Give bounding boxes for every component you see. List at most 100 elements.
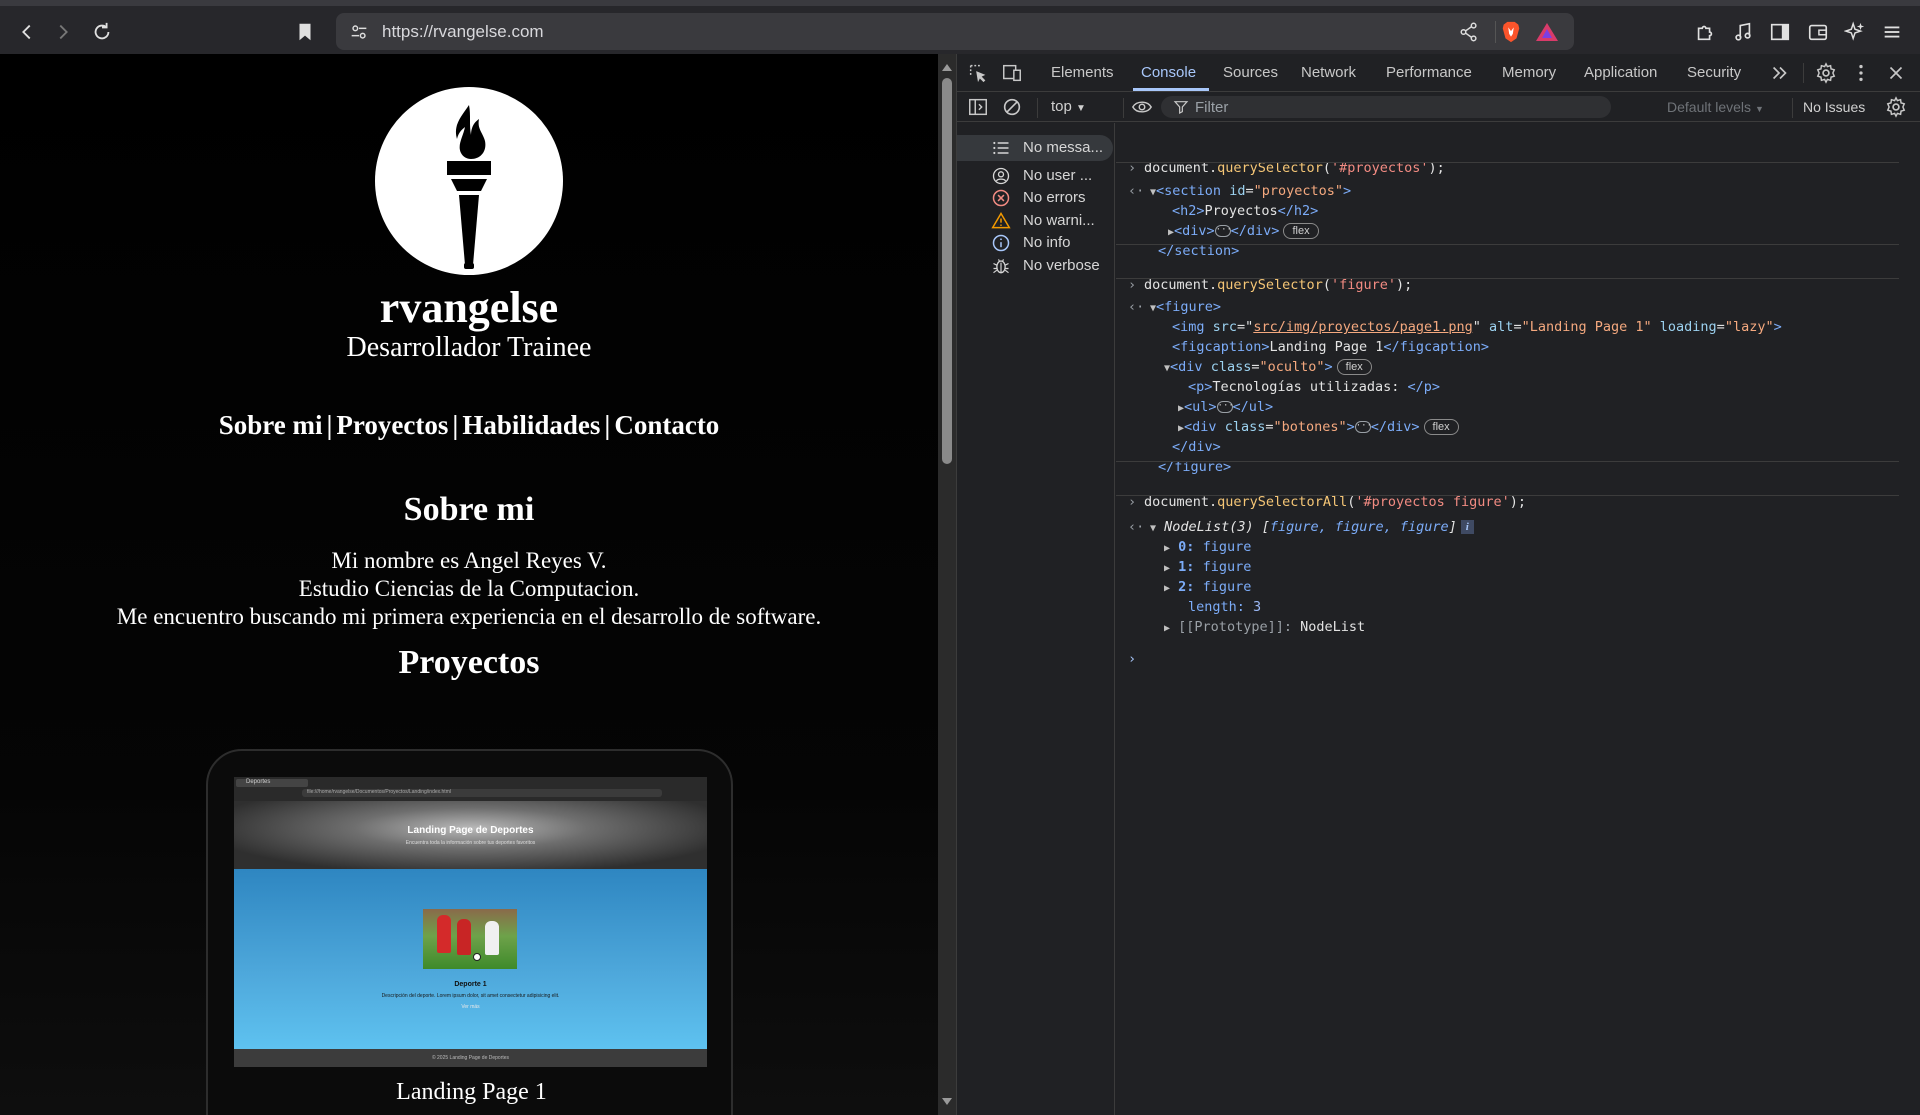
scroll-thumb[interactable] — [942, 78, 952, 464]
tag: </ul> — [1232, 399, 1274, 415]
result-div-close[interactable]: </div> — [1116, 417, 1221, 455]
context-selector[interactable]: top ▼ — [1051, 98, 1086, 115]
tab-performance[interactable]: Performance — [1386, 64, 1472, 81]
project-card[interactable]: Deportes file:///home/rvangelse/Document… — [206, 749, 733, 1115]
entry-value: figure — [1202, 559, 1252, 575]
chevron-down-icon: ▼ — [1076, 103, 1086, 114]
scroll-up-icon[interactable] — [942, 64, 952, 71]
tab-application[interactable]: Application — [1584, 64, 1657, 81]
site-info-icon[interactable] — [348, 21, 370, 43]
sidebar-item-messages[interactable]: No messa... — [957, 135, 1113, 161]
nodelist-entry[interactable]: ▶ 1: figure — [1116, 537, 1251, 575]
tab-console[interactable]: Console — [1141, 64, 1196, 81]
url-text[interactable]: https://rvangelse.com — [382, 22, 544, 42]
attr-name: id — [1229, 183, 1246, 199]
sidebar-item-label: No errors — [1023, 189, 1086, 206]
flex-badge[interactable]: flex — [1423, 419, 1459, 435]
extensions-icon[interactable] — [1692, 19, 1718, 45]
kebab-menu-icon[interactable] — [1850, 62, 1872, 84]
about-heading: Sobre mi — [403, 491, 535, 528]
menu-icon[interactable] — [1879, 19, 1905, 45]
result-section-close[interactable]: </section> — [1116, 221, 1239, 259]
console-input[interactable]: › — [1116, 629, 1899, 667]
tag: > — [1324, 359, 1333, 375]
issues-counter[interactable]: No Issues — [1803, 99, 1865, 115]
screenshot-more-link: Ver más — [461, 1004, 480, 1010]
result-div[interactable]: ▶<div>···</div> flex — [1116, 201, 1319, 239]
nav-separator: | — [326, 410, 333, 440]
log-levels-label: Default levels — [1667, 99, 1752, 115]
project-screenshot[interactable]: Deportes file:///home/rvangelse/Document… — [234, 777, 707, 1067]
web-page: rvangelse Desarrollador Trainee Sobre mi… — [0, 54, 938, 1115]
result-figcaption[interactable]: <figcaption>Landing Page 1</figcaption> — [1116, 317, 1489, 355]
result-ul[interactable]: ▶<ul>···</ul> — [1116, 377, 1273, 415]
cmd-paren: ); — [1509, 494, 1527, 510]
result-figure-open[interactable]: ‹· ▼<figure> — [1116, 277, 1221, 315]
screenshot-tab-label: Deportes — [246, 779, 271, 785]
ellipsis-icon[interactable]: ··· — [1214, 225, 1232, 237]
result-p[interactable]: <p>Tecnologías utilizadas: </p> — [1116, 357, 1440, 395]
attr-name: loading — [1659, 319, 1717, 335]
back-icon[interactable] — [14, 19, 40, 45]
console-command[interactable]: › document.querySelectorAll('#proyectos f… — [1116, 472, 1526, 510]
about-text: Mi nombre es Angel Reyes V. Estudio Cien… — [0, 547, 938, 631]
nav-link-proyectos[interactable]: Proyectos — [336, 410, 448, 440]
brave-rewards-icon[interactable] — [1535, 21, 1559, 43]
active-tab-indicator — [1133, 88, 1209, 91]
address-bar[interactable]: https://rvangelse.com — [336, 13, 1574, 50]
nodelist-prototype[interactable]: ▶ [[Prototype]]: NodeList — [1116, 597, 1365, 635]
result-img[interactable]: <img src="src/img/proyectos/page1.png" a… — [1116, 297, 1782, 335]
close-devtools-icon[interactable] — [1885, 62, 1907, 84]
ellipsis-icon[interactable]: ··· — [1354, 421, 1372, 433]
tab-sources[interactable]: Sources — [1223, 64, 1278, 81]
input-chevron-icon: › — [1128, 651, 1137, 667]
reload-icon[interactable] — [89, 19, 115, 45]
page-scrollbar[interactable] — [938, 54, 956, 1115]
info-badge-icon[interactable]: i — [1460, 520, 1474, 534]
more-tabs-icon[interactable] — [1769, 62, 1791, 84]
result-div-botones[interactable]: ▶<div class="botones">···</div> flex — [1116, 397, 1459, 435]
src-link[interactable]: src/img/proyectos/page1.png — [1253, 319, 1472, 335]
flex-badge[interactable]: flex — [1283, 223, 1319, 239]
user-icon — [992, 167, 1010, 185]
ellipsis-icon[interactable]: ··· — [1216, 401, 1234, 413]
result-div-oculto[interactable]: ▼<div class="oculto"> flex — [1116, 337, 1372, 375]
nav-link-sobre-mi[interactable]: Sobre mi — [219, 410, 323, 440]
sidebar-item-verbose[interactable]: No verbose — [957, 253, 1113, 279]
console-filter-input[interactable]: Filter — [1161, 96, 1611, 118]
tab-security[interactable]: Security — [1687, 64, 1741, 81]
nodelist-entry[interactable]: ▶ 0: figure — [1116, 517, 1251, 555]
media-icon[interactable] — [1730, 19, 1756, 45]
sidebar-toggle-icon[interactable] — [967, 96, 989, 118]
nav-link-habilidades[interactable]: Habilidades — [462, 410, 600, 440]
inspect-element-icon[interactable] — [967, 62, 989, 84]
result-figure-close[interactable]: </figure> — [1116, 437, 1231, 475]
forward-icon[interactable] — [50, 19, 76, 45]
console-command[interactable]: › document.querySelector('figure'); — [1116, 255, 1412, 293]
result-section-open[interactable]: ‹· ▼<section id="proyectos"> — [1116, 161, 1351, 199]
result-nodelist[interactable]: ‹· ▼ NodeList(3) [figure, figure, figure]… — [1116, 497, 1474, 535]
nodelist-entry[interactable]: ▶ 2: figure — [1116, 557, 1251, 595]
console-command[interactable]: › document.querySelector('#proyectos'); — [1116, 138, 1445, 176]
result-h2[interactable]: <h2>Proyectos</h2> — [1116, 181, 1318, 219]
nodelist-length: length: 3 — [1116, 577, 1261, 615]
share-icon[interactable] — [1458, 21, 1480, 43]
device-toolbar-icon[interactable] — [1001, 62, 1023, 84]
settings-gear-icon[interactable] — [1815, 62, 1837, 84]
bookmark-icon[interactable] — [292, 19, 318, 45]
scroll-down-icon[interactable] — [942, 1098, 952, 1105]
live-expression-eye-icon[interactable] — [1131, 96, 1153, 118]
leo-ai-icon[interactable] — [1842, 19, 1868, 45]
log-levels-dropdown[interactable]: Default levels ▼ — [1667, 99, 1764, 115]
sidebar-icon[interactable] — [1767, 19, 1793, 45]
brave-shields-icon[interactable] — [1500, 20, 1522, 44]
tab-network[interactable]: Network — [1301, 64, 1356, 81]
console-settings-icon[interactable] — [1885, 96, 1907, 118]
clear-console-icon[interactable] — [1001, 96, 1023, 118]
tab-elements[interactable]: Elements — [1051, 64, 1114, 81]
flex-badge[interactable]: flex — [1336, 359, 1372, 375]
bug-icon — [993, 259, 1009, 274]
tab-memory[interactable]: Memory — [1502, 64, 1556, 81]
nav-link-contacto[interactable]: Contacto — [614, 410, 719, 440]
wallet-icon[interactable] — [1805, 19, 1831, 45]
